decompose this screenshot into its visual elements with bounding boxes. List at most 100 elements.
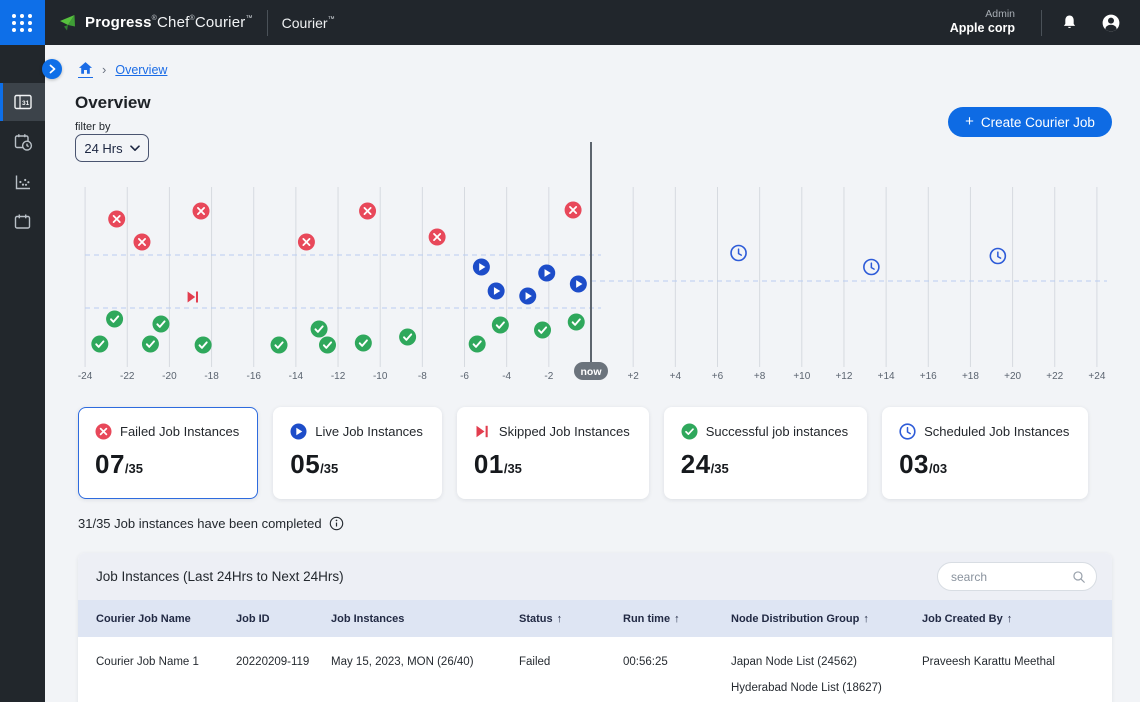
cell-job-created-by: Praveesh Karattu Meethal <box>922 654 1094 670</box>
svg-text:-2: -2 <box>544 371 553 382</box>
successful-marker-icon[interactable] <box>106 311 123 328</box>
sidebar-item-overview[interactable]: 31 <box>0 83 45 121</box>
sidebar: 31 <box>0 45 45 702</box>
failed-marker-icon[interactable] <box>565 202 582 219</box>
failed-marker-icon[interactable] <box>108 211 125 228</box>
plus-icon: + <box>965 113 974 130</box>
successful-marker-icon[interactable] <box>399 329 416 346</box>
stat-value: 03 <box>899 449 929 479</box>
successful-marker-icon[interactable] <box>142 336 159 353</box>
notifications-button[interactable] <box>1048 0 1090 45</box>
nav-divider <box>1041 10 1042 36</box>
svg-text:+10: +10 <box>793 371 810 382</box>
successful-marker-icon[interactable] <box>195 337 212 354</box>
breadcrumb-home-link[interactable] <box>78 61 93 78</box>
svg-text:+2: +2 <box>627 371 639 382</box>
svg-text:-12: -12 <box>331 371 346 382</box>
svg-text:+20: +20 <box>1004 371 1021 382</box>
top-navbar: Progress®Chef®Courier™ Courier™ Admin Ap… <box>0 0 1140 45</box>
sort-ascending-icon[interactable]: ↑ <box>674 613 680 625</box>
stat-card-live[interactable]: Live Job Instances 05/35 <box>273 407 442 499</box>
search-input[interactable] <box>951 570 1072 584</box>
successful-marker-icon[interactable] <box>355 335 372 352</box>
failed-marker-icon[interactable] <box>429 229 446 246</box>
column-header-status[interactable]: Status↑ <box>519 613 623 625</box>
user-identity: Admin Apple corp <box>950 8 1015 37</box>
sidebar-expand-button[interactable] <box>42 59 62 79</box>
svg-text:-6: -6 <box>460 371 469 382</box>
home-icon <box>78 61 93 75</box>
successful-marker-icon[interactable] <box>91 336 108 353</box>
table-row[interactable]: Courier Job Name 1 20220209-119 May 15, … <box>78 637 1112 696</box>
cell-job-id: 20220209-119 <box>236 654 331 670</box>
successful-marker-icon[interactable] <box>568 314 585 331</box>
skipped-marker-icon[interactable] <box>188 292 198 303</box>
successful-marker-icon[interactable] <box>534 322 551 339</box>
success-icon <box>681 423 698 440</box>
sort-ascending-icon[interactable]: ↑ <box>557 613 563 625</box>
cell-courier-job-name[interactable]: Courier Job Name 1 <box>96 654 236 670</box>
stat-card-skipped[interactable]: Skipped Job Instances 01/35 <box>457 407 649 499</box>
successful-marker-icon[interactable] <box>469 336 486 353</box>
completed-summary-text: 31/35 Job instances have been completed <box>78 516 322 531</box>
create-courier-job-button[interactable]: + Create Courier Job <box>948 107 1112 137</box>
stat-card-failed[interactable]: Failed Job Instances 07/35 <box>78 407 258 499</box>
successful-marker-icon[interactable] <box>311 321 328 338</box>
job-instances-table-card: Job Instances (Last 24Hrs to Next 24Hrs)… <box>78 553 1112 702</box>
failed-marker-icon[interactable] <box>298 234 315 251</box>
column-header-node-distribution-group[interactable]: Node Distribution Group↑ <box>731 613 922 625</box>
failed-marker-icon[interactable] <box>133 234 150 251</box>
svg-text:-16: -16 <box>246 371 261 382</box>
successful-marker-icon[interactable] <box>271 337 288 354</box>
sidebar-item-calendar[interactable] <box>0 203 45 241</box>
live-marker-icon[interactable] <box>488 283 505 300</box>
svg-text:-4: -4 <box>502 371 511 382</box>
failed-marker-icon[interactable] <box>193 203 210 220</box>
svg-text:-8: -8 <box>418 371 427 382</box>
column-header-job-id[interactable]: Job ID <box>236 613 331 625</box>
svg-text:-10: -10 <box>373 371 388 382</box>
scheduled-marker-icon[interactable] <box>731 246 746 261</box>
calendar-icon <box>13 212 33 232</box>
app-switcher-button[interactable] <box>0 0 45 45</box>
column-header-job-instances[interactable]: Job Instances <box>331 613 519 625</box>
timeline-chart-area: -24-22-20-18-16-14-12-10-8-6-4-2+2+4+6+8… <box>45 138 1140 388</box>
scheduled-icon <box>899 423 916 440</box>
live-marker-icon[interactable] <box>519 288 536 305</box>
page-title: Overview <box>75 93 151 113</box>
stat-total: /35 <box>320 461 338 476</box>
stat-value: 01 <box>474 449 504 479</box>
live-marker-icon[interactable] <box>570 276 587 293</box>
column-header-run-time[interactable]: Run time↑ <box>623 613 731 625</box>
scheduled-marker-icon[interactable] <box>864 260 879 275</box>
successful-marker-icon[interactable] <box>492 317 509 334</box>
sort-ascending-icon[interactable]: ↑ <box>863 613 869 625</box>
stat-card-label: Live Job Instances <box>315 424 423 439</box>
svg-text:+8: +8 <box>754 371 766 382</box>
successful-marker-icon[interactable] <box>152 316 169 333</box>
sidebar-item-job-metrics[interactable] <box>0 163 45 201</box>
scheduled-marker-icon[interactable] <box>990 249 1005 264</box>
column-header-courier-job-name[interactable]: Courier Job Name <box>96 613 236 625</box>
svg-text:+16: +16 <box>920 371 937 382</box>
stat-value: 07 <box>95 449 125 479</box>
stat-card-successful[interactable]: Successful job instances 24/35 <box>664 407 867 499</box>
search-icon[interactable] <box>1072 570 1086 584</box>
sidebar-item-scheduled-jobs[interactable] <box>0 123 45 161</box>
live-marker-icon[interactable] <box>538 265 555 282</box>
app-name: Courier™ <box>282 15 335 31</box>
sort-ascending-icon[interactable]: ↑ <box>1007 613 1013 625</box>
live-marker-icon[interactable] <box>473 259 490 276</box>
svg-text:31: 31 <box>21 100 29 107</box>
chevron-right-icon <box>48 64 57 74</box>
stat-cards-row: Failed Job Instances 07/35 Live Job Inst… <box>78 407 1088 499</box>
column-header-job-created-by[interactable]: Job Created By↑ <box>922 613 1094 625</box>
stat-card-scheduled[interactable]: Scheduled Job Instances 03/03 <box>882 407 1088 499</box>
stat-total: /35 <box>125 461 143 476</box>
svg-text:+24: +24 <box>1088 371 1105 382</box>
failed-marker-icon[interactable] <box>359 203 376 220</box>
info-icon[interactable] <box>329 516 344 531</box>
successful-marker-icon[interactable] <box>319 337 336 354</box>
account-button[interactable] <box>1090 0 1132 45</box>
breadcrumb-current-link[interactable]: Overview <box>115 63 167 77</box>
